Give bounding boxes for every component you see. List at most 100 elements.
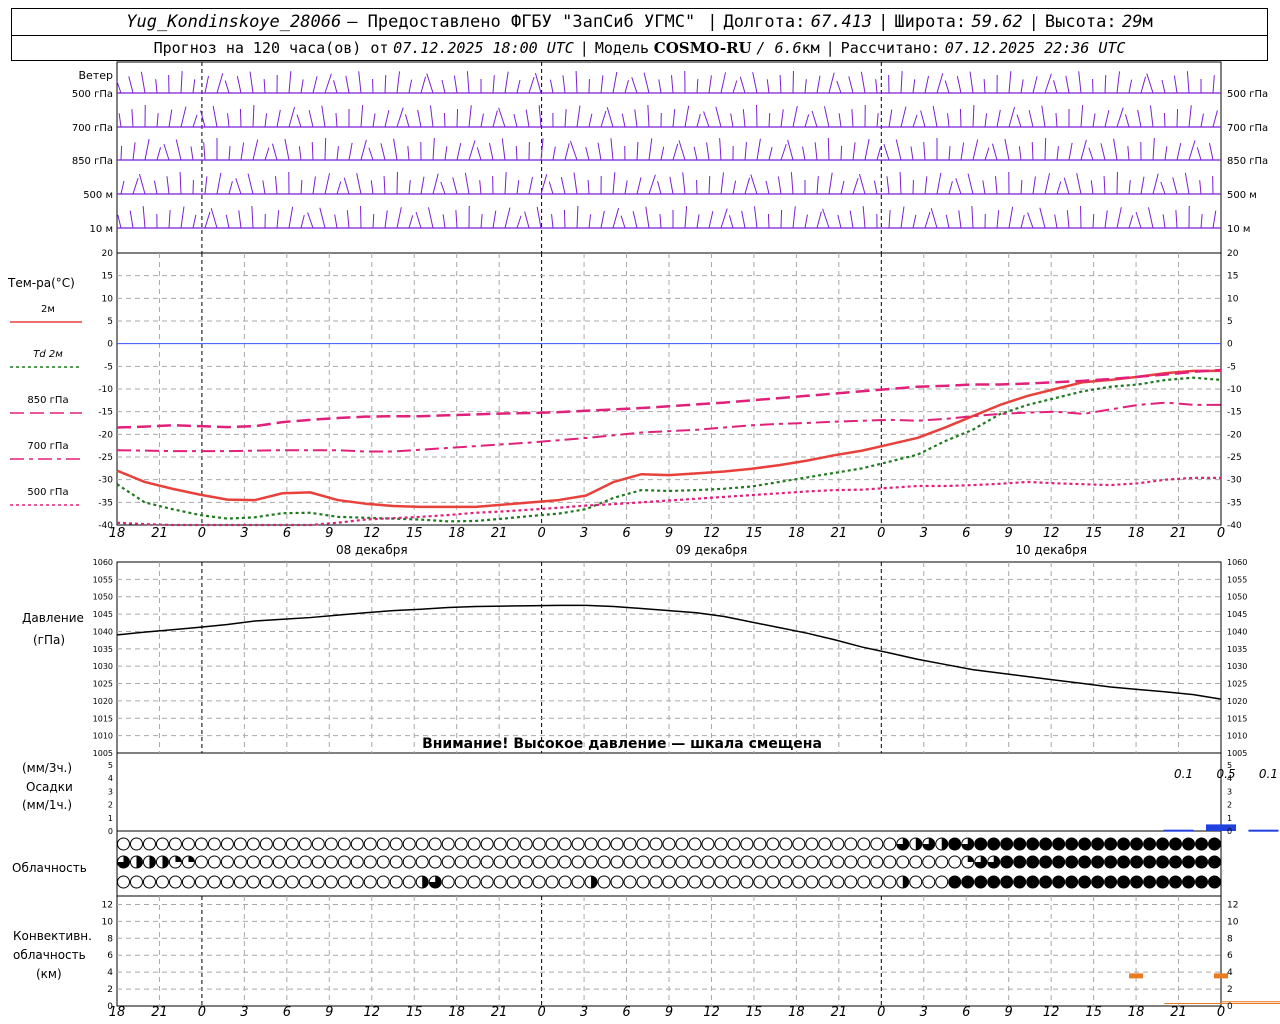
cloud-symbol: [337, 855, 351, 869]
wind-barb: [876, 113, 879, 128]
cloud-symbol: [558, 875, 572, 889]
cloud-symbol: [584, 855, 598, 869]
wind-barb: [420, 76, 427, 94]
wind-barb: [200, 110, 206, 128]
cloud-symbol: [272, 837, 286, 851]
wind-barb: [1066, 210, 1070, 229]
wind-barb: [792, 106, 798, 128]
wind-barb: [955, 178, 962, 195]
wind-barb: [370, 180, 374, 195]
wind-barb: [368, 147, 374, 161]
cloud-symbol: [1104, 837, 1118, 851]
wind-barb: [621, 113, 626, 128]
wind-barb: [120, 180, 125, 195]
wind-barb: [179, 172, 182, 195]
wind-barb: [858, 173, 866, 195]
cloud-symbol: [597, 875, 611, 889]
wind-barb: [1092, 214, 1095, 229]
cloud-symbol: [831, 837, 845, 851]
cloud-symbol: [571, 875, 585, 889]
cloud-symbol: [844, 855, 858, 869]
y-tick-pressure-right: 1055: [1227, 575, 1247, 584]
wind-barb: [335, 113, 338, 128]
cloud-symbol: [675, 855, 689, 869]
cloud-symbol: [636, 875, 650, 889]
cloud-symbol: [1104, 855, 1118, 869]
cloud-symbol: [753, 875, 767, 889]
cloud-symbol: [701, 875, 715, 889]
x-tick-label: 0: [198, 1005, 206, 1020]
pressure-warning: Внимание! Высокое давление — шкала смеще…: [422, 736, 822, 752]
wind-barb: [730, 113, 734, 128]
wind-barb: [1039, 207, 1046, 229]
cloud-symbol: [298, 855, 312, 869]
wind-barb: [1113, 138, 1118, 161]
wind-barb: [780, 144, 787, 161]
cloud-symbol: [506, 875, 520, 889]
cloud-symbol: [207, 875, 221, 889]
y-tick-conv-right: 2: [1227, 985, 1233, 995]
wind-level-label-right: 500 гПа: [1227, 89, 1268, 100]
wind-barb: [936, 73, 944, 94]
wind-barb: [227, 113, 230, 128]
cloud-cover-symbols: [116, 837, 1222, 889]
cloud-symbol: [909, 875, 923, 889]
wind-barb: [288, 106, 296, 128]
meteogram: 18 21 0 3 6 9 12 15 18 21 0 3 6 9 12 15 18 21 0 3 6 9 12 15 18 21…: [7, 61, 1280, 1020]
y-tick-conv: 6: [107, 951, 113, 961]
cloud-symbol: [701, 855, 715, 869]
cloud-fill: [591, 876, 598, 888]
wind-barb: [875, 79, 878, 94]
cloud-symbol: [246, 837, 260, 851]
wind-barb: [308, 110, 314, 128]
cloud-symbol: [1013, 855, 1027, 869]
y-tick-precip-right: 0: [1227, 827, 1232, 836]
y-tick-temp-right: -10: [1227, 385, 1242, 395]
wind-barb: [356, 173, 362, 195]
cloud-symbol: [402, 837, 416, 851]
wind-barb: [239, 109, 242, 128]
x-tick-label: 12: [703, 526, 720, 541]
wind-barb: [563, 210, 566, 229]
y-tick-temp-right: 0: [1227, 340, 1233, 350]
wind-barb: [1152, 138, 1155, 161]
x-tick-label: 21: [151, 526, 168, 541]
wind-barb: [912, 214, 917, 229]
cloud-symbol: [415, 837, 429, 851]
cloud-symbol: [376, 837, 390, 851]
cloud-symbol: [584, 837, 598, 851]
cloud-fill: [188, 856, 195, 862]
wind-barb: [836, 80, 842, 94]
wind-barb: [251, 206, 254, 229]
x-tick-label: 18: [788, 526, 805, 541]
cloud-symbol: [207, 855, 221, 869]
cloud-symbol: [649, 855, 663, 869]
cloud-symbol: [792, 855, 806, 869]
wind-barb: [1068, 142, 1073, 161]
wind-barb: [346, 210, 350, 229]
wind-barb: [744, 142, 748, 161]
wind-barb: [549, 79, 554, 94]
cloud-symbol: [415, 855, 429, 869]
wind-barb: [1008, 106, 1016, 128]
wind-barb: [860, 71, 866, 94]
pressure-unit: (гПа): [33, 633, 65, 647]
wind-barb: [203, 142, 206, 161]
cloud-symbol: [194, 837, 208, 851]
cloud-symbol: [1065, 875, 1079, 889]
cloud-symbol: [987, 837, 1001, 851]
wind-barb: [1127, 146, 1130, 161]
wind-barb: [669, 176, 674, 195]
wind-barb: [631, 77, 638, 94]
cloud-symbol: [311, 855, 325, 869]
x-tick-label: 6: [283, 526, 291, 541]
wind-barb: [1080, 139, 1087, 161]
wind-barb: [573, 172, 578, 195]
wind-barb: [696, 214, 700, 229]
cloud-symbol: [272, 855, 286, 869]
wind-barb: [464, 172, 470, 195]
x-tick-label: 9: [325, 526, 333, 541]
wind-barb: [708, 211, 714, 229]
y-tick-temp: 20: [102, 249, 114, 259]
wind-barb: [384, 110, 390, 128]
